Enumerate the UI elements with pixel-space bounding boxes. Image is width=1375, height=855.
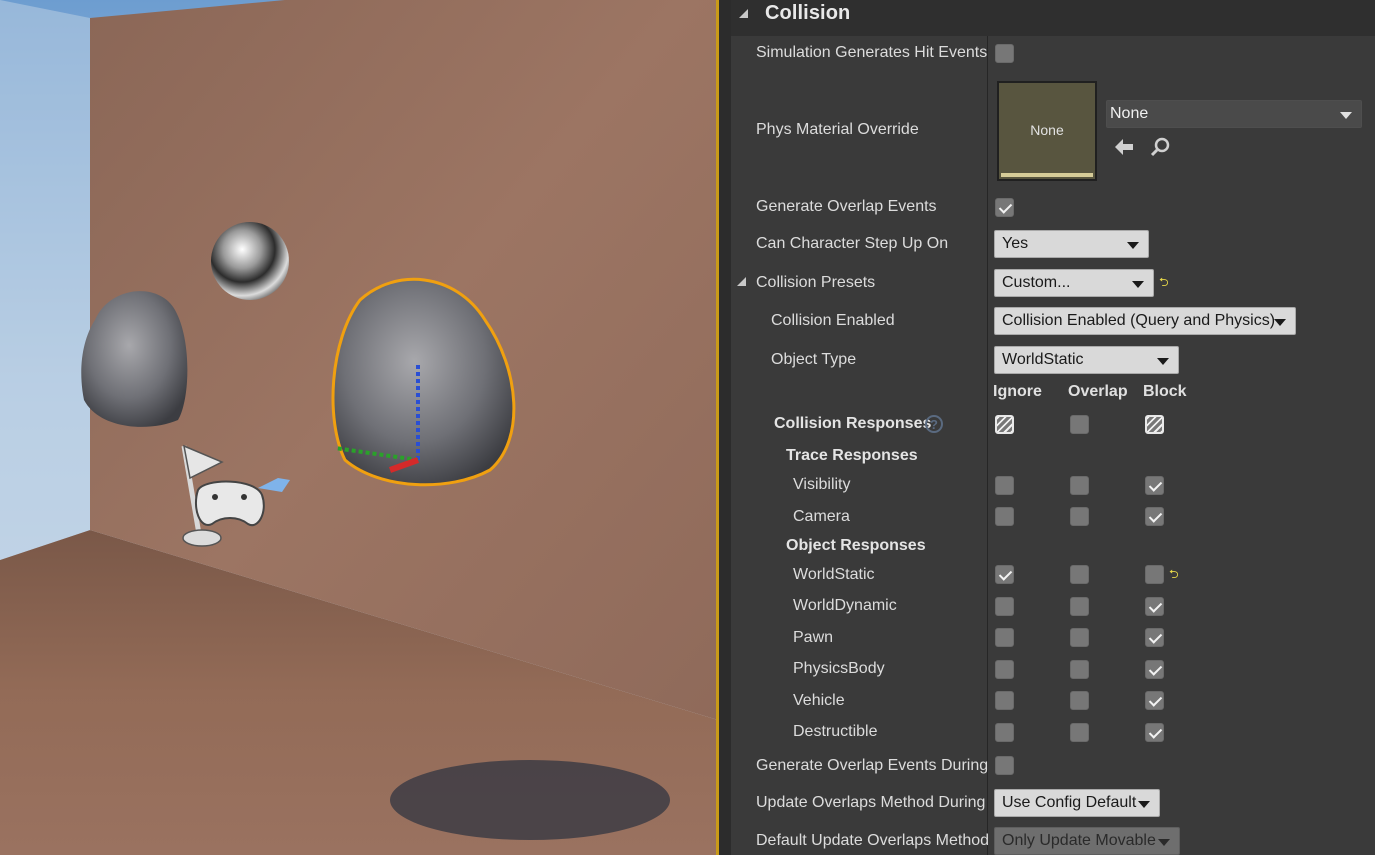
label-pawn: Pawn (793, 629, 834, 646)
panel-left-strip (719, 0, 731, 855)
camera-block[interactable] (1145, 507, 1164, 526)
collision-responses-overlap-all[interactable] (1070, 415, 1089, 434)
label-object-type: Object Type (771, 351, 857, 368)
magnifier-icon[interactable] (1150, 137, 1170, 157)
label-gen-overlap-during: Generate Overlap Events During (756, 757, 989, 774)
sim-hit-checkbox[interactable] (995, 44, 1014, 63)
label-default-update: Default Update Overlaps Method (756, 832, 990, 849)
dropdown-arrow-icon (1132, 281, 1144, 288)
dropdown-arrow-icon (1127, 242, 1139, 249)
destructible-overlap[interactable] (1070, 723, 1089, 742)
label-trace-responses: Trace Responses (786, 447, 918, 464)
worldstatic-block[interactable] (1145, 565, 1164, 584)
expand-triangle-icon[interactable] (739, 9, 748, 18)
worlddynamic-overlap[interactable] (1070, 597, 1089, 616)
gen-overlap-during-checkbox[interactable] (995, 756, 1014, 775)
label-visibility: Visibility (793, 476, 851, 493)
back-arrow-icon[interactable] (1115, 138, 1135, 156)
label-worldstatic: WorldStatic (793, 566, 875, 583)
vehicle-ignore[interactable] (995, 691, 1014, 710)
pawn-overlap[interactable] (1070, 628, 1089, 647)
collision-responses-block-all[interactable] (1145, 415, 1164, 434)
label-phys-override: Phys Material Override (756, 121, 919, 138)
column-divider[interactable] (987, 0, 988, 855)
dropdown-arrow-icon (1340, 112, 1352, 119)
col-overlap: Overlap (1068, 383, 1128, 400)
update-overlaps-value: Use Config Default (1002, 794, 1137, 811)
destructible-block[interactable] (1145, 723, 1164, 742)
label-presets: Collision Presets (756, 274, 876, 291)
camera-overlap[interactable] (1070, 507, 1089, 526)
label-worlddynamic: WorldDynamic (793, 597, 897, 614)
label-vehicle: Vehicle (793, 692, 845, 709)
label-sim-hit: Simulation Generates Hit Events (756, 44, 988, 61)
dropdown-arrow-icon (1274, 319, 1286, 326)
reflection-sphere (211, 222, 289, 300)
visibility-block[interactable] (1145, 476, 1164, 495)
reset-to-default-icon[interactable]: ⮌ (1169, 568, 1179, 580)
worldstatic-overlap[interactable] (1070, 565, 1089, 584)
camera-ignore[interactable] (995, 507, 1014, 526)
dropdown-arrow-icon (1157, 358, 1169, 365)
presets-dropdown[interactable]: Custom... (994, 269, 1154, 297)
rock-shadow (390, 760, 670, 840)
enabled-value: Collision Enabled (Query and Physics) (1002, 312, 1276, 329)
destructible-ignore[interactable] (995, 723, 1014, 742)
physicsbody-overlap[interactable] (1070, 660, 1089, 679)
default-update-value: Only Update Movable (1002, 832, 1156, 849)
label-destructible: Destructible (793, 723, 878, 740)
label-gen-overlap: Generate Overlap Events (756, 198, 937, 215)
collision-section-header[interactable]: Collision (731, 0, 1375, 36)
collision-responses-ignore-all[interactable] (995, 415, 1014, 434)
label-object-responses: Object Responses (786, 537, 926, 554)
phys-material-dropdown[interactable]: None (1106, 100, 1362, 128)
thumb-text: None (1030, 122, 1064, 138)
update-overlaps-dropdown[interactable]: Use Config Default (994, 789, 1160, 817)
details-panel: Collision Simulation Generates Hit Event… (719, 0, 1375, 855)
phys-material-value: None (1110, 105, 1149, 122)
thumb-color-bar (1001, 173, 1093, 177)
vehicle-block[interactable] (1145, 691, 1164, 710)
step-up-value: Yes (1002, 235, 1029, 252)
help-icon[interactable]: ? (925, 415, 943, 433)
col-ignore: Ignore (993, 383, 1042, 400)
physicsbody-ignore[interactable] (995, 660, 1014, 679)
visibility-ignore[interactable] (995, 476, 1014, 495)
label-enabled: Collision Enabled (771, 312, 895, 329)
worlddynamic-block[interactable] (1145, 597, 1164, 616)
dropdown-arrow-icon (1158, 839, 1170, 846)
vehicle-overlap[interactable] (1070, 691, 1089, 710)
expand-triangle-icon[interactable] (737, 277, 746, 286)
level-viewport[interactable] (0, 0, 718, 855)
enabled-dropdown[interactable]: Collision Enabled (Query and Physics) (994, 307, 1296, 335)
sky-side (0, 0, 90, 560)
object-type-dropdown[interactable]: WorldStatic (994, 346, 1179, 374)
pawn-ignore[interactable] (995, 628, 1014, 647)
section-title: Collision (765, 2, 851, 24)
label-camera: Camera (793, 508, 850, 525)
default-update-dropdown: Only Update Movable (994, 827, 1180, 855)
col-block: Block (1143, 383, 1187, 400)
label-update-overlaps: Update Overlaps Method During (756, 794, 986, 811)
dropdown-arrow-icon (1138, 801, 1150, 808)
reset-to-default-icon[interactable]: ⮌ (1159, 276, 1169, 288)
object-type-value: WorldStatic (1002, 351, 1084, 368)
physicsbody-block[interactable] (1145, 660, 1164, 679)
worldstatic-ignore[interactable] (995, 565, 1014, 584)
label-collision-responses: Collision Responses (774, 415, 932, 432)
viewport-scene (0, 0, 718, 855)
gen-overlap-checkbox[interactable] (995, 198, 1014, 217)
presets-value: Custom... (1002, 274, 1071, 291)
label-step-up: Can Character Step Up On (756, 235, 949, 252)
phys-material-thumbnail[interactable]: None (997, 81, 1097, 181)
pawn-block[interactable] (1145, 628, 1164, 647)
step-up-dropdown[interactable]: Yes (994, 230, 1149, 258)
worlddynamic-ignore[interactable] (995, 597, 1014, 616)
label-physicsbody: PhysicsBody (793, 660, 885, 677)
visibility-overlap[interactable] (1070, 476, 1089, 495)
